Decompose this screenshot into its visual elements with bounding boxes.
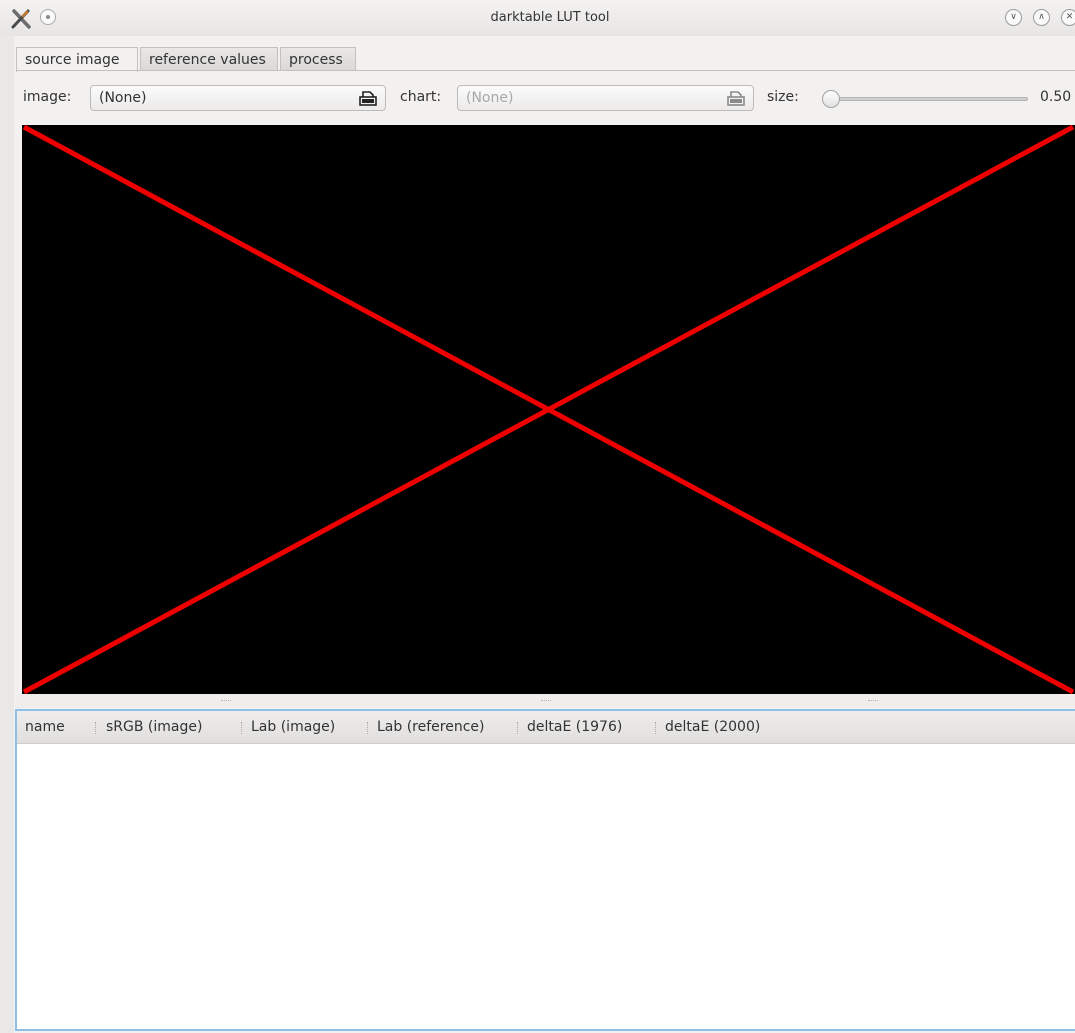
tab-source-image[interactable]: source image [16,47,138,72]
patch-table[interactable]: name sRGB (image) Lab (image) Lab (refer… [15,709,1075,1031]
size-value: 0.50 [1040,89,1072,105]
close-icon: ✕ [1065,12,1074,22]
chart-value: (None) [466,90,514,106]
close-button[interactable]: ✕ [1061,9,1075,26]
tab-label: reference values [149,52,266,68]
table-header: name sRGB (image) Lab (image) Lab (refer… [17,711,1075,744]
no-image-cross-icon [22,125,1075,694]
title-bar[interactable]: darktable LUT tool ∨ ∧ ✕ [0,0,1075,36]
tab-process[interactable]: process [280,47,356,71]
splitter-grip [868,700,878,703]
image-preview[interactable] [22,125,1075,694]
column-header-lab-image[interactable]: Lab (image) [251,719,335,735]
column-header-name[interactable]: name [25,719,65,735]
column-header-lab-reference[interactable]: Lab (reference) [377,719,485,735]
open-file-icon [727,91,745,106]
minimize-button[interactable]: ∨ [1005,9,1022,26]
window-left-edge [0,36,14,1033]
size-label: size: [767,89,799,105]
chevron-up-icon: ∧ [1038,12,1045,22]
column-separator[interactable] [655,722,657,734]
maximize-button[interactable]: ∧ [1033,9,1050,26]
chart-file-chooser[interactable]: (None) [457,85,754,111]
image-value: (None) [99,90,147,106]
tab-label: process [289,52,343,68]
image-label: image: [23,89,72,105]
open-file-icon [359,91,377,106]
column-header-srgb-image[interactable]: sRGB (image) [106,719,202,735]
column-separator[interactable] [241,722,243,734]
pane-splitter[interactable] [16,694,1075,708]
tab-reference-values[interactable]: reference values [140,47,278,71]
column-header-deltae-1976[interactable]: deltaE (1976) [527,719,622,735]
column-header-deltae-2000[interactable]: deltaE (2000) [665,719,760,735]
size-slider-track[interactable] [822,97,1028,101]
chevron-down-icon: ∨ [1010,12,1017,22]
window-title: darktable LUT tool [490,10,610,25]
size-slider-handle[interactable] [822,90,840,108]
tab-divider [16,70,1075,71]
splitter-grip [221,700,231,703]
splitter-grip [541,700,551,703]
image-file-chooser[interactable]: (None) [90,85,386,111]
column-separator[interactable] [95,722,97,734]
tab-label: source image [25,52,120,68]
chart-label: chart: [400,89,442,105]
column-separator[interactable] [367,722,369,734]
column-separator[interactable] [517,722,519,734]
